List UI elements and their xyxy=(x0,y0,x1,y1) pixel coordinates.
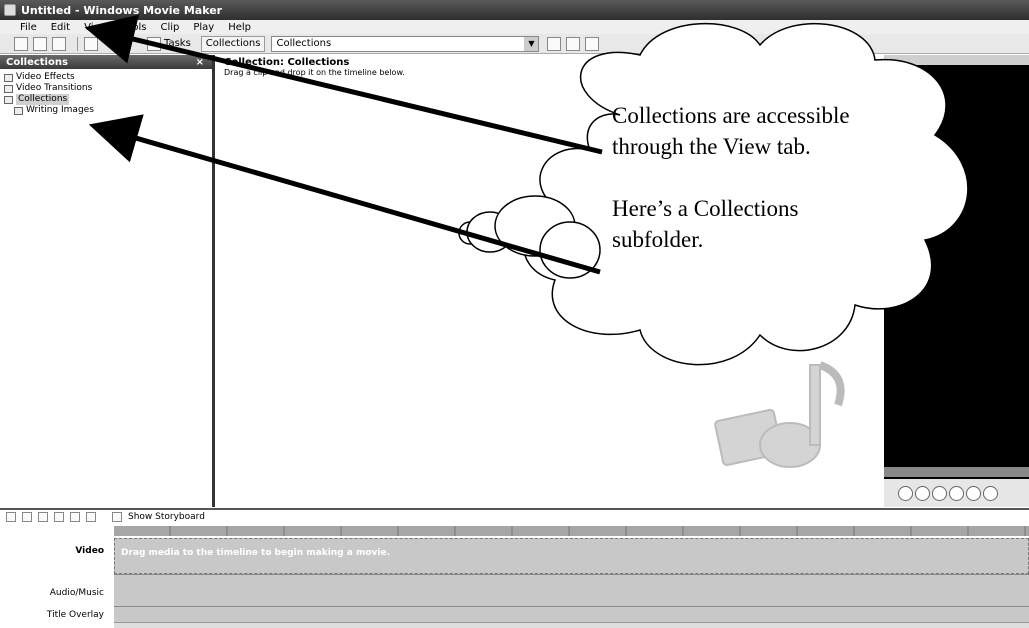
arrow-to-view-menu xyxy=(84,14,603,155)
callout-text: Collections are accessible through the V… xyxy=(612,100,882,255)
callout-line-1: Collections are accessible through the V… xyxy=(612,103,850,159)
callout-line-2: Here’s a Collections subfolder. xyxy=(612,196,799,252)
annotation-overlay xyxy=(84,14,969,366)
callout-gap xyxy=(612,162,882,193)
